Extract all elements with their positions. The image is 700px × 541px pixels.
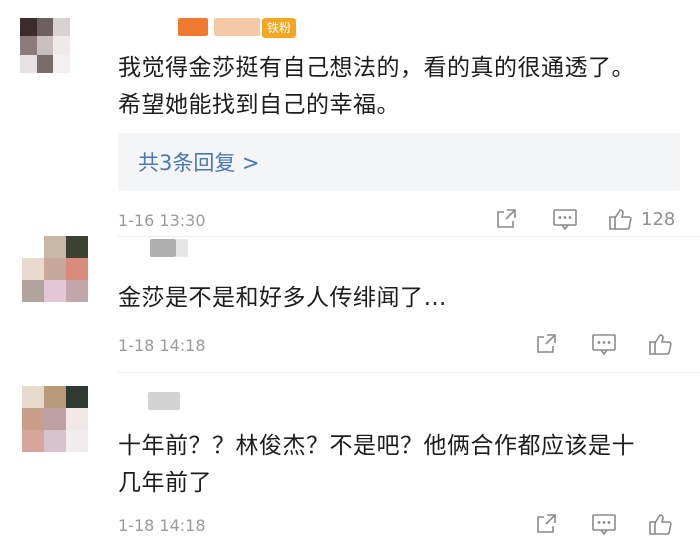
like-button[interactable] [647, 512, 673, 536]
replies-box: 共3条回复 > [118, 133, 680, 191]
avatar[interactable] [22, 236, 88, 302]
comment-icon [592, 514, 616, 536]
username-blurred[interactable] [176, 239, 188, 257]
badge-label: 铁粉 [267, 21, 292, 35]
share-icon [537, 514, 556, 533]
share-button[interactable] [534, 332, 558, 356]
thumbs-up-icon [649, 514, 672, 535]
reply-button[interactable] [591, 332, 617, 356]
comment-icon [553, 209, 577, 231]
comment-item: 十年前？？林俊杰？不是吧？他俩合作都应该是十几年前了 1-18 14:18 [0, 372, 700, 541]
view-replies-link[interactable]: 共3条回复 > [138, 147, 260, 177]
avatar[interactable] [22, 386, 88, 452]
reply-button[interactable] [591, 512, 617, 536]
comment-icon [592, 334, 616, 356]
comment-text: 十年前？？林俊杰？不是吧？他俩合作都应该是十几年前了 [118, 433, 635, 496]
comment-text: 我觉得金莎挺有自己想法的，看的真的很通透了。希望她能找到自己的幸福。 [118, 55, 635, 118]
share-button[interactable] [534, 512, 558, 536]
comment-actions: 128 [0, 207, 700, 233]
comment-actions [0, 512, 700, 538]
comment-item: 金莎是不是和好多人传绯闻了… 1-18 14:18 [0, 236, 700, 371]
username-blurred[interactable] [178, 18, 208, 36]
username-blurred[interactable] [150, 239, 176, 257]
comment-text: 金莎是不是和好多人传绯闻了… [118, 285, 447, 311]
comment-item: 铁粉 我觉得金莎挺有自己想法的，看的真的很通透了。希望她能找到自己的幸福。 共3… [0, 0, 700, 240]
share-icon [537, 334, 556, 353]
thumbs-up-icon [649, 334, 672, 355]
share-button[interactable] [494, 207, 518, 231]
fan-badge: 铁粉 [262, 18, 297, 38]
like-count: 128 [641, 208, 676, 230]
like-button[interactable]: 128 [607, 207, 675, 231]
like-button[interactable] [647, 332, 673, 356]
username-blurred[interactable] [148, 392, 180, 410]
username-blurred[interactable] [214, 18, 260, 36]
reply-button[interactable] [552, 207, 578, 231]
thumbs-up-icon [609, 209, 632, 230]
avatar[interactable] [20, 18, 70, 73]
share-icon [497, 209, 516, 228]
comment-actions [0, 332, 700, 358]
